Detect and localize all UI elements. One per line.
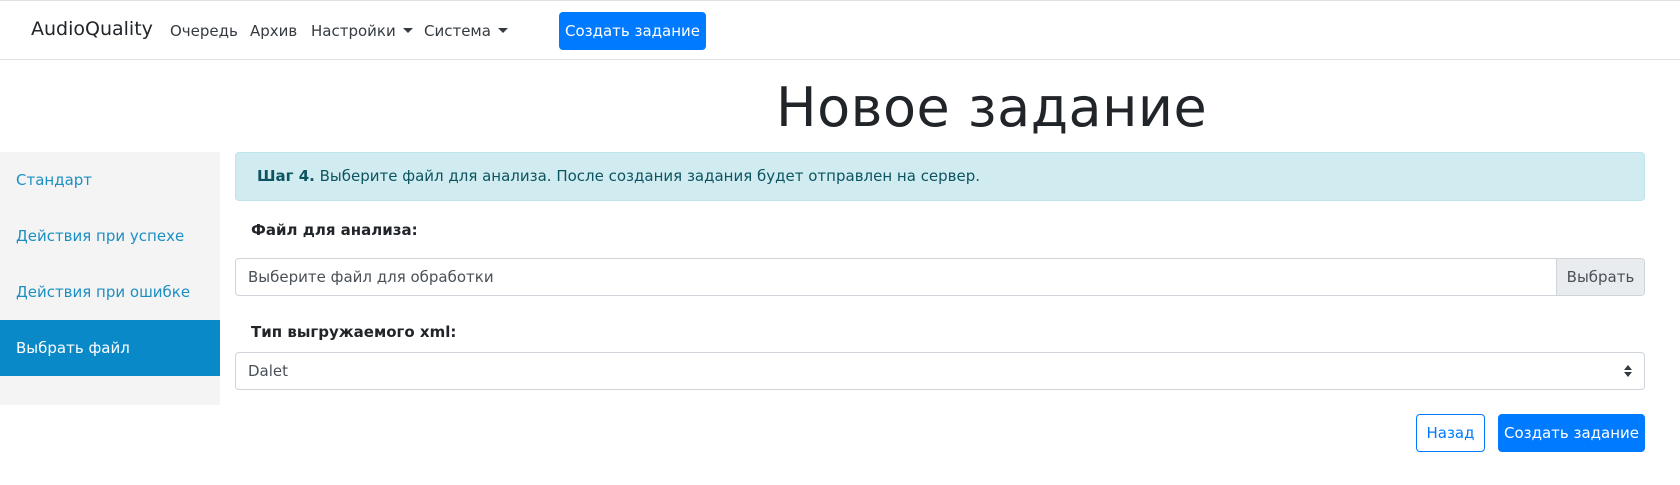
alert-step: Шаг 4. bbox=[257, 167, 315, 185]
page-title: Новое задание bbox=[776, 76, 1208, 139]
create-task-button[interactable]: Создать задание bbox=[1498, 414, 1645, 452]
file-label: Файл для анализа: bbox=[251, 221, 418, 239]
brand-logo[interactable]: AudioQuality bbox=[31, 18, 153, 40]
xml-type-select[interactable]: Dalet bbox=[235, 352, 1645, 390]
nav-item-settings-label: Настройки bbox=[311, 22, 396, 40]
xml-type-value: Dalet bbox=[248, 362, 289, 380]
select-arrows-icon bbox=[1624, 365, 1632, 377]
sidebar-item-success-actions[interactable]: Действия при успехе bbox=[0, 208, 220, 264]
xml-type-label: Тип выгружаемого xml: bbox=[251, 323, 457, 341]
nav-item-settings[interactable]: Настройки bbox=[311, 22, 413, 40]
file-browse-button[interactable]: Выбрать bbox=[1556, 259, 1644, 295]
steps-sidebar: Стандарт Действия при успехе Действия пр… bbox=[0, 152, 220, 405]
sidebar-item-standard[interactable]: Стандарт bbox=[0, 152, 220, 208]
file-input[interactable]: Выберите файл для обработки Выбрать bbox=[235, 258, 1645, 296]
sidebar-item-error-actions[interactable]: Действия при ошибке bbox=[0, 264, 220, 320]
page-title-container: Новое задание bbox=[0, 76, 1680, 152]
top-navbar: AudioQuality Очередь Архив Настройки Сис… bbox=[0, 0, 1680, 60]
sidebar-item-choose-file[interactable]: Выбрать файл bbox=[0, 320, 220, 376]
nav-item-archive[interactable]: Архив bbox=[250, 22, 297, 40]
step-info-alert: Шаг 4. Выберите файл для анализа. После … bbox=[235, 152, 1645, 201]
alert-text: Выберите файл для анализа. После создани… bbox=[314, 167, 981, 185]
back-button[interactable]: Назад bbox=[1416, 414, 1485, 452]
chevron-down-icon bbox=[402, 28, 413, 33]
chevron-down-icon bbox=[497, 28, 508, 33]
nav-item-system[interactable]: Система bbox=[424, 22, 508, 40]
nav-item-system-label: Система bbox=[424, 22, 491, 40]
nav-item-queue[interactable]: Очередь bbox=[170, 22, 238, 40]
file-input-placeholder: Выберите файл для обработки bbox=[248, 268, 494, 286]
nav-create-task-button[interactable]: Создать задание bbox=[559, 12, 706, 50]
